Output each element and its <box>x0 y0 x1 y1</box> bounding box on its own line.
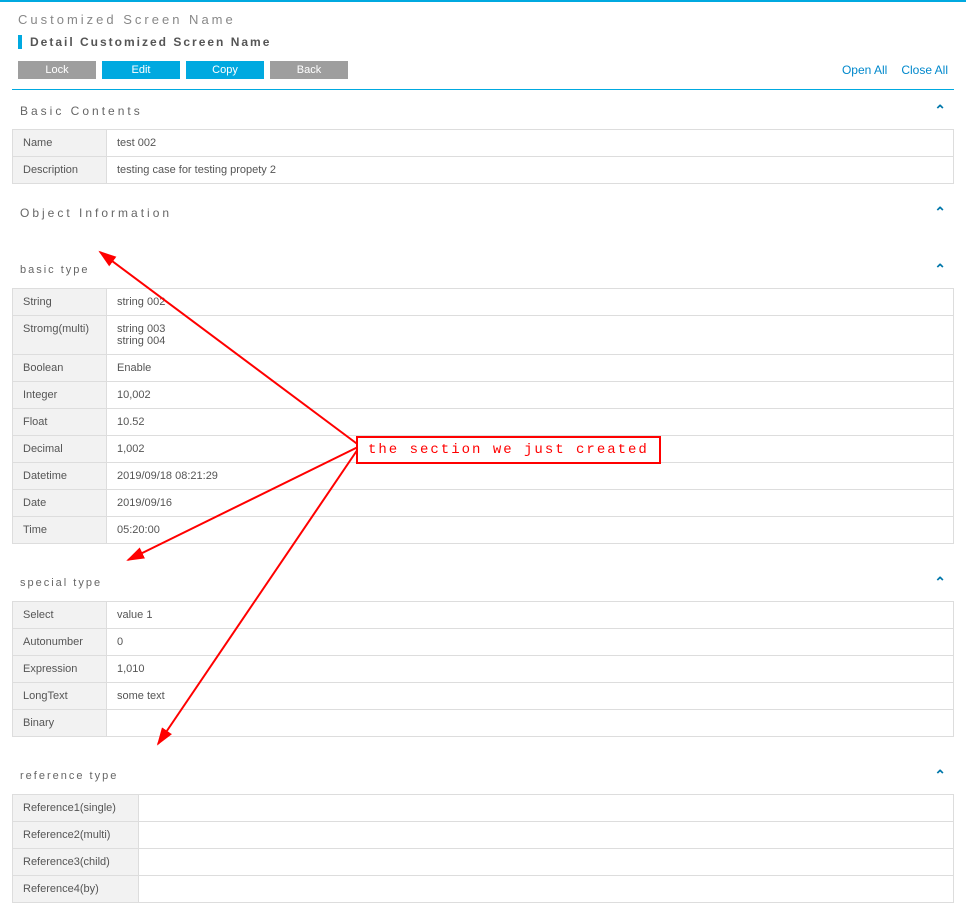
ref2-label: Reference2(multi) <box>13 822 139 849</box>
chevron-up-icon: ⌃ <box>934 767 946 784</box>
date-label: Date <box>13 490 107 517</box>
description-label: Description <box>13 157 107 184</box>
binary-value <box>107 710 954 737</box>
binary-label: Binary <box>13 710 107 737</box>
close-all-link[interactable]: Close All <box>901 63 948 77</box>
autonumber-label: Autonumber <box>13 629 107 656</box>
time-label: Time <box>13 517 107 544</box>
table-row: Reference4(by) <box>13 876 954 903</box>
name-label: Name <box>13 130 107 157</box>
table-row: Nametest 002 <box>13 130 954 157</box>
longtext-label: LongText <box>13 683 107 710</box>
table-row: Date2019/09/16 <box>13 490 954 517</box>
time-value: 05:20:00 <box>107 517 954 544</box>
basic-type-title: basic type <box>20 264 934 276</box>
edit-button[interactable]: Edit <box>102 61 180 79</box>
table-row: LongTextsome text <box>13 683 954 710</box>
table-row: Reference1(single) <box>13 795 954 822</box>
decimal-value: 1,002 <box>107 436 954 463</box>
chevron-up-icon: ⌃ <box>934 261 946 278</box>
decimal-label: Decimal <box>13 436 107 463</box>
basic-contents-table: Nametest 002 Descriptiontesting case for… <box>12 129 954 184</box>
autonumber-value: 0 <box>107 629 954 656</box>
table-row: Integer10,002 <box>13 382 954 409</box>
ref1-value <box>139 795 954 822</box>
strmulti-1: string 003 <box>117 323 165 335</box>
table-row: Binary <box>13 710 954 737</box>
basic-contents-title: Basic Contents <box>20 104 934 118</box>
toolbar: Lock Edit Copy Back Open All Close All <box>0 59 966 89</box>
table-row: Reference2(multi) <box>13 822 954 849</box>
name-value: test 002 <box>107 130 954 157</box>
table-row: Datetime2019/09/18 08:21:29 <box>13 463 954 490</box>
table-row: Descriptiontesting case for testing prop… <box>13 157 954 184</box>
integer-label: Integer <box>13 382 107 409</box>
description-value: testing case for testing propety 2 <box>107 157 954 184</box>
special-type-header[interactable]: special type ⌃ <box>12 568 954 601</box>
integer-value: 10,002 <box>107 382 954 409</box>
table-row: Selectvalue 1 <box>13 602 954 629</box>
page-subtitle: Detail Customized Screen Name <box>0 31 966 59</box>
strmulti-2: string 004 <box>117 335 165 347</box>
reference-type-title: reference type <box>20 770 934 782</box>
basic-type-header[interactable]: basic type ⌃ <box>12 255 954 288</box>
copy-button[interactable]: Copy <box>186 61 264 79</box>
basic-contents-panel: Basic Contents ⌃ Nametest 002 Descriptio… <box>12 96 954 184</box>
table-row: Reference3(child) <box>13 849 954 876</box>
longtext-value: some text <box>107 683 954 710</box>
string-multi-label: Stromg(multi) <box>13 316 107 355</box>
chevron-up-icon: ⌃ <box>934 102 946 119</box>
open-all-link[interactable]: Open All <box>842 63 887 77</box>
table-row: Autonumber0 <box>13 629 954 656</box>
table-row: Float10.52 <box>13 409 954 436</box>
chevron-up-icon: ⌃ <box>934 574 946 591</box>
accent-bar-icon <box>18 35 22 49</box>
divider <box>12 89 954 90</box>
basic-type-section: basic type ⌃ Stringstring 002 Stromg(mul… <box>12 255 954 544</box>
table-row: Stringstring 002 <box>13 289 954 316</box>
special-type-title: special type <box>20 577 934 589</box>
object-info-title: Object Information <box>20 206 934 220</box>
basic-type-table: Stringstring 002 Stromg(multi)string 003… <box>12 288 954 544</box>
reference-type-header[interactable]: reference type ⌃ <box>12 761 954 794</box>
basic-contents-header[interactable]: Basic Contents ⌃ <box>12 96 954 129</box>
chevron-up-icon: ⌃ <box>934 204 946 221</box>
object-info-panel: Object Information ⌃ basic type ⌃ String… <box>12 198 954 903</box>
ref1-label: Reference1(single) <box>13 795 139 822</box>
ref3-value <box>139 849 954 876</box>
table-row: Stromg(multi)string 003string 004 <box>13 316 954 355</box>
expression-value: 1,010 <box>107 656 954 683</box>
object-info-header[interactable]: Object Information ⌃ <box>12 198 954 231</box>
lock-button[interactable]: Lock <box>18 61 96 79</box>
table-row: Expression1,010 <box>13 656 954 683</box>
reference-type-section: reference type ⌃ Reference1(single) Refe… <box>12 761 954 903</box>
float-value: 10.52 <box>107 409 954 436</box>
ref4-value <box>139 876 954 903</box>
string-multi-value: string 003string 004 <box>107 316 954 355</box>
reference-type-table: Reference1(single) Reference2(multi) Ref… <box>12 794 954 903</box>
ref2-value <box>139 822 954 849</box>
date-value: 2019/09/16 <box>107 490 954 517</box>
table-row: Time05:20:00 <box>13 517 954 544</box>
float-label: Float <box>13 409 107 436</box>
page-title: Customized Screen Name <box>0 2 966 31</box>
ref4-label: Reference4(by) <box>13 876 139 903</box>
expression-label: Expression <box>13 656 107 683</box>
ref3-label: Reference3(child) <box>13 849 139 876</box>
special-type-table: Selectvalue 1 Autonumber0 Expression1,01… <box>12 601 954 737</box>
boolean-value: Enable <box>107 355 954 382</box>
select-value: value 1 <box>107 602 954 629</box>
string-label: String <box>13 289 107 316</box>
datetime-label: Datetime <box>13 463 107 490</box>
boolean-label: Boolean <box>13 355 107 382</box>
datetime-value: 2019/09/18 08:21:29 <box>107 463 954 490</box>
table-row: BooleanEnable <box>13 355 954 382</box>
special-type-section: special type ⌃ Selectvalue 1 Autonumber0… <box>12 568 954 737</box>
string-value: string 002 <box>107 289 954 316</box>
select-label: Select <box>13 602 107 629</box>
table-row: Decimal1,002 <box>13 436 954 463</box>
subtitle-text: Detail Customized Screen Name <box>30 35 271 49</box>
back-button[interactable]: Back <box>270 61 348 79</box>
